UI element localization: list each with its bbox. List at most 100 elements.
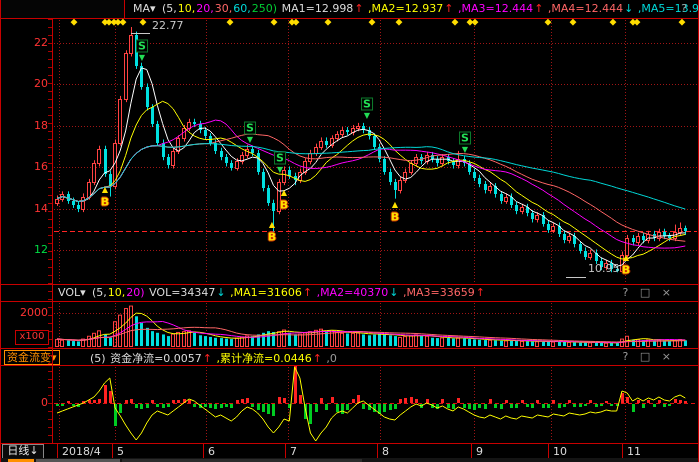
readout-segment: ,MA4=12.444 <box>544 2 623 15</box>
candlestick-chart[interactable] <box>0 19 699 284</box>
sell-signal-marker: S <box>244 122 256 135</box>
price-axis-label: 20 <box>14 77 48 90</box>
event-diamond-icon[interactable]: ◆ <box>396 19 403 28</box>
volume-axis-label: 2000 <box>14 306 48 319</box>
readout-segment: (5, <box>162 2 177 15</box>
event-diamond-icon[interactable]: ◆ <box>71 19 78 28</box>
readout-segment: ,0 <box>323 352 337 365</box>
time-axis-label: 8 <box>382 445 389 458</box>
sell-arrow-icon: ▼ <box>277 166 283 174</box>
event-diamond-icon[interactable]: ◆ <box>120 19 127 28</box>
price-annotation: 10.95 <box>588 262 620 275</box>
vol-window-icons: ? □ × <box>623 286 675 299</box>
annotation-line <box>131 33 150 34</box>
buy-signal-marker: B <box>268 232 276 243</box>
sell-signal-marker: S <box>136 40 148 53</box>
time-axis-label: 10 <box>553 445 567 458</box>
frame-border-left <box>0 0 1 462</box>
help-icon[interactable]: ? <box>681 2 691 15</box>
time-axis-tick <box>471 444 472 458</box>
event-diamond-icon[interactable]: ◆ <box>570 19 577 28</box>
time-axis-label: 9 <box>476 445 483 458</box>
readout-segment: ,累计净流=0.0446 <box>213 352 312 365</box>
event-diamond-icon[interactable]: ◆ <box>545 19 552 28</box>
annotation-line <box>566 277 586 278</box>
sell-arrow-icon: ▼ <box>139 54 145 62</box>
readout-segment: ↑ <box>303 286 312 299</box>
time-axis-tick <box>112 444 113 458</box>
buy-arrow-icon: ▲ <box>623 254 629 262</box>
sell-signal-marker: S <box>361 98 373 111</box>
sell-arrow-icon: ▼ <box>364 112 370 120</box>
readout-segment: ,MA3=33659 <box>400 286 475 299</box>
readout-segment: ↑ <box>476 286 485 299</box>
readout-segment: ↑ <box>313 352 322 365</box>
readout-segment: ↑ <box>444 2 453 15</box>
buy-arrow-icon: ▲ <box>269 221 275 229</box>
time-axis-tick <box>285 444 286 458</box>
help-icon[interactable]: ? <box>623 286 633 299</box>
event-diamond-icon[interactable]: ◆ <box>610 19 617 28</box>
volume-panel-header: VOL▾ (5,10,20) VOL=34347↓ ,MA1=31606↑ ,M… <box>0 284 699 302</box>
time-axis-tick <box>622 444 623 458</box>
volume-chart[interactable] <box>0 302 699 348</box>
volume-unit-label: x100 <box>15 330 49 345</box>
readout-segment: VOL=34347 <box>146 286 216 299</box>
readout-segment: 10, <box>108 286 126 299</box>
readout-segment: ,MA2=12.937 <box>365 2 444 15</box>
event-diamond-icon[interactable]: ◆ <box>452 19 459 28</box>
time-axis-label: 6 <box>208 445 215 458</box>
readout-segment: 20) <box>126 286 144 299</box>
buy-signal-marker: B <box>391 212 399 223</box>
close-icon[interactable]: × <box>662 350 675 363</box>
header-corner-block <box>0 0 125 18</box>
event-diamond-icon[interactable]: ◆ <box>271 19 278 28</box>
price-axis-label: 18 <box>14 119 48 132</box>
event-diamond-icon[interactable]: ◆ <box>369 19 376 28</box>
event-diamond-icon[interactable]: ◆ <box>325 19 332 28</box>
buy-arrow-icon: ▲ <box>102 186 108 194</box>
restore-icon[interactable]: □ <box>640 286 654 299</box>
readout-segment: ,MA1=31606 <box>227 286 302 299</box>
restore-icon[interactable]: □ <box>640 350 654 363</box>
help-icon[interactable]: ? <box>623 350 633 363</box>
readout-segment: 250) <box>252 2 277 15</box>
readout-segment: (5, <box>92 286 107 299</box>
event-diamond-icon[interactable]: ◆ <box>634 19 641 28</box>
event-diamond-icon[interactable]: ◆ <box>227 19 234 28</box>
price-axis-label: 22 <box>14 36 48 49</box>
stock-chart-window: MA▾ (5,10,20,30,60,250) MA1=12.998↑ ,MA2… <box>0 0 699 462</box>
time-axis <box>0 443 699 458</box>
time-axis-tick <box>377 444 378 458</box>
moneyflow-chart[interactable] <box>0 366 699 443</box>
price-axis-label: 12 <box>14 243 48 256</box>
flow-window-icons: ? □ × <box>623 350 675 363</box>
price-axis-label: 16 <box>14 160 48 173</box>
readout-segment: ,MA3=12.444 <box>454 2 533 15</box>
time-axis-tick <box>203 444 204 458</box>
readout-segment: ↓ <box>389 286 398 299</box>
readout-segment: ↑ <box>203 352 212 365</box>
readout-segment: MA1=12.998 <box>278 2 353 15</box>
event-diamond-icon[interactable]: ◆ <box>472 19 479 28</box>
event-diamond-icon[interactable]: ◆ <box>293 19 300 28</box>
event-diamond-icon[interactable]: ◆ <box>140 19 147 28</box>
close-icon[interactable]: × <box>662 286 675 299</box>
buy-signal-marker: B <box>280 200 288 211</box>
sell-signal-marker: S <box>274 152 286 165</box>
flow-zero-label: 0 <box>14 396 48 409</box>
vol-dropdown-button[interactable]: VOL▾ <box>58 286 86 299</box>
event-diamond-icon[interactable]: ◆ <box>679 19 686 28</box>
price-annotation: 22.77 <box>152 19 184 32</box>
buy-signal-marker: B <box>622 265 630 276</box>
timeframe-button[interactable]: 日线↓ <box>2 444 44 459</box>
readout-segment: 资金净流=0.0057 <box>110 352 202 365</box>
price-axis-label: 14 <box>14 202 48 215</box>
readout-segment: 20, <box>196 2 214 15</box>
sell-arrow-icon: ▼ <box>462 146 468 154</box>
ma-dropdown-button[interactable]: MA▾ <box>133 2 156 15</box>
readout-segment: 10, <box>178 2 196 15</box>
time-axis-label: 2018/4 <box>62 445 101 458</box>
time-axis-tick <box>548 444 549 458</box>
readout-segment: 60, <box>233 2 251 15</box>
